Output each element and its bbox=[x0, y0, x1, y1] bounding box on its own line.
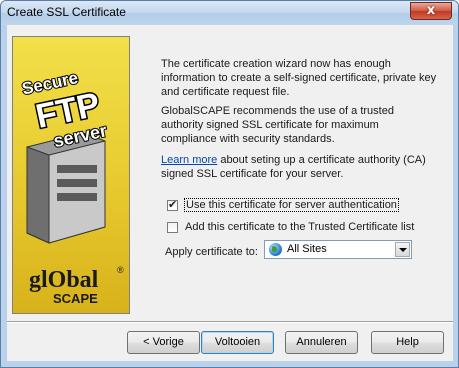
globe-icon bbox=[269, 243, 282, 256]
server-auth-checkbox[interactable]: ✔ bbox=[167, 197, 178, 211]
server-auth-label[interactable]: Use this certificate for server authenti… bbox=[184, 198, 399, 212]
recommendation-paragraph: GlobalSCAPE recommends the use of a trus… bbox=[161, 105, 394, 145]
chevron-down-icon bbox=[399, 248, 407, 252]
apply-certificate-select[interactable]: All Sites bbox=[264, 240, 412, 259]
brand-globalscape-bottom: SCAPE bbox=[53, 291, 98, 306]
trusted-list-checkbox[interactable] bbox=[167, 221, 178, 233]
dialog-window: Create SSL Certificate x Secure FTP serv… bbox=[0, 0, 459, 368]
apply-certificate-label: Apply certificate to: bbox=[165, 246, 258, 258]
close-button[interactable]: x bbox=[410, 2, 452, 20]
cancel-button[interactable]: Annuleren bbox=[285, 331, 358, 354]
back-button[interactable]: < Vorige bbox=[127, 331, 200, 354]
window-title: Create SSL Certificate bbox=[7, 5, 126, 19]
checkmark-icon: ✔ bbox=[168, 197, 178, 211]
trusted-list-label[interactable]: Add this certificate to the Trusted Cert… bbox=[185, 221, 414, 233]
server-auth-option[interactable]: ✔ Use this certificate for server authen… bbox=[167, 197, 399, 213]
learn-more-paragraph: Learn more about seting up a certificate… bbox=[161, 153, 437, 181]
learn-more-link[interactable]: Learn more bbox=[161, 154, 217, 166]
dropdown-button[interactable] bbox=[395, 242, 410, 257]
title-bar[interactable]: Create SSL Certificate x bbox=[1, 1, 458, 25]
finish-button[interactable]: Voltooien bbox=[201, 331, 274, 354]
secure-ftp-server-logo: Secure FTP server glObal ® SCAPE bbox=[19, 67, 124, 306]
product-banner: Secure FTP server glObal ® SCAPE bbox=[12, 36, 130, 314]
close-icon: x bbox=[426, 3, 436, 18]
intro-paragraph: The certificate creation wizard now has … bbox=[161, 58, 437, 98]
apply-certificate-value: All Sites bbox=[287, 243, 327, 255]
wizard-content: Secure FTP server glObal ® SCAPE The cer… bbox=[7, 25, 453, 317]
dialog-client-area: Secure FTP server glObal ® SCAPE The cer… bbox=[7, 25, 453, 361]
brand-registered: ® bbox=[117, 265, 124, 275]
brand-globalscape-top: glObal bbox=[29, 267, 99, 293]
help-button[interactable]: Help bbox=[371, 331, 444, 354]
trusted-list-option[interactable]: Add this certificate to the Trusted Cert… bbox=[167, 219, 414, 235]
button-separator bbox=[7, 321, 453, 323]
